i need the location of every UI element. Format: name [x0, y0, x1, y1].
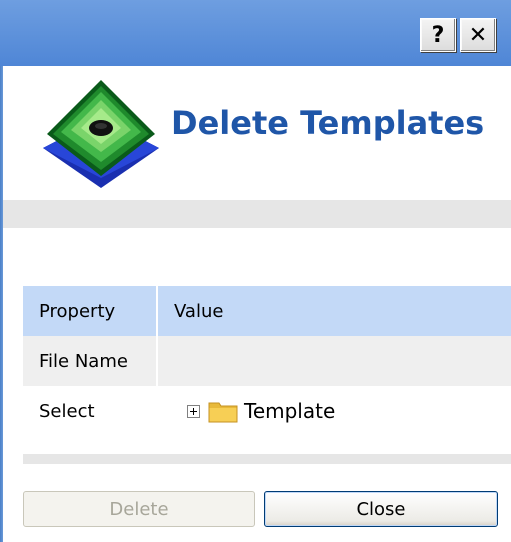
dialog-window: ? ✕ Delete Templates Property Value File…: [0, 0, 511, 542]
property-value: [157, 336, 511, 386]
help-icon: ?: [431, 22, 445, 48]
tree-node-template[interactable]: Template: [187, 399, 335, 423]
template-tree: Template: [157, 386, 511, 436]
close-button[interactable]: Close: [264, 491, 498, 527]
property-label: Select: [23, 386, 157, 436]
dialog-header: Delete Templates: [3, 66, 511, 200]
close-icon: ✕: [468, 22, 488, 48]
help-button[interactable]: ?: [420, 18, 456, 52]
column-header-value: Value: [157, 286, 511, 336]
tree-node-label: Template: [244, 399, 336, 423]
delete-button[interactable]: Delete: [23, 491, 255, 527]
column-header-property: Property: [23, 286, 158, 336]
title-bar[interactable]: ? ✕: [0, 0, 511, 66]
app-logo-icon: [43, 80, 159, 188]
separator-band: [3, 200, 511, 228]
close-window-button[interactable]: ✕: [460, 18, 496, 52]
folder-icon: [208, 402, 238, 423]
table-row: Select Template: [23, 386, 511, 436]
separator-band: [23, 454, 511, 464]
page-title: Delete Templates: [171, 104, 485, 142]
table-row: File Name: [23, 336, 511, 386]
expand-icon[interactable]: [187, 404, 200, 418]
property-label: File Name: [23, 336, 158, 386]
properties-table: Property Value File Name Select Template: [23, 286, 511, 436]
table-header-row: Property Value: [23, 286, 511, 336]
